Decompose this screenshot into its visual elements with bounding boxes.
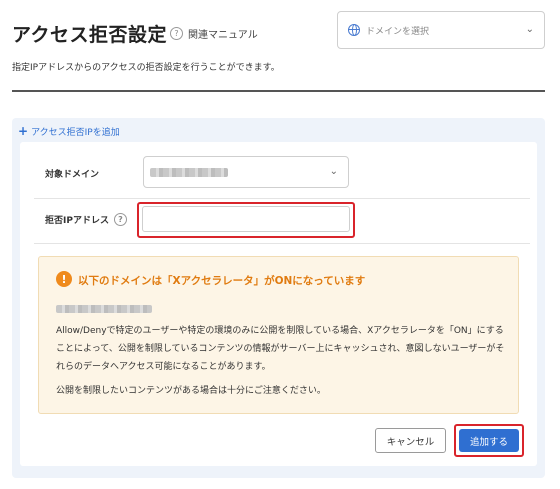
globe-icon — [348, 24, 360, 36]
cancel-button[interactable]: キャンセル — [375, 428, 446, 453]
chevron-down-icon: ⌄ — [329, 166, 338, 177]
page-description: 指定IPアドレスからのアクセスの拒否設定を行うことができます。 — [12, 63, 280, 73]
warning-note: 公開を制限したいコンテンツがある場合は十分にご注意ください。 — [56, 386, 326, 396]
deny-ip-label-text: 拒否IPアドレス — [45, 216, 109, 226]
domain-select-placeholder: ドメインを選択 — [366, 26, 430, 37]
row-divider — [34, 198, 530, 199]
warning-title: 以下のドメインは「Xアクセラレータ」がONになっています — [78, 275, 366, 287]
add-deny-ip-link-label: アクセス拒否IPを追加 — [31, 127, 120, 138]
target-domain-label: 対象ドメイン — [45, 170, 100, 180]
warning-domain-redacted — [56, 305, 152, 313]
deny-ip-input[interactable] — [142, 206, 350, 232]
add-button[interactable]: 追加する — [459, 429, 519, 452]
deny-ip-label: 拒否IPアドレス ? — [45, 213, 127, 226]
help-icon: ? — [170, 27, 183, 40]
target-domain-select[interactable]: ⌄ — [143, 156, 349, 188]
warning-body: Allow/Denyで特定のユーザーや特定の環境のみに公開を制限している場合、X… — [56, 326, 505, 372]
help-icon[interactable]: ? — [113, 213, 127, 226]
plus-icon: + — [18, 124, 29, 138]
add-deny-ip-link[interactable]: + アクセス拒否IPを追加 — [18, 124, 120, 138]
page-title: アクセス拒否設定 — [12, 24, 168, 46]
domain-select[interactable]: ドメインを選択 ⌄ — [337, 11, 545, 49]
exclamation-icon: ! — [56, 271, 72, 287]
row-divider — [34, 243, 530, 244]
target-domain-value-redacted — [150, 168, 228, 177]
chevron-down-icon: ⌄ — [525, 24, 534, 35]
divider — [12, 90, 545, 92]
manual-link-label: 関連マニュアル — [188, 30, 258, 41]
manual-link[interactable]: ? 関連マニュアル — [170, 26, 258, 41]
